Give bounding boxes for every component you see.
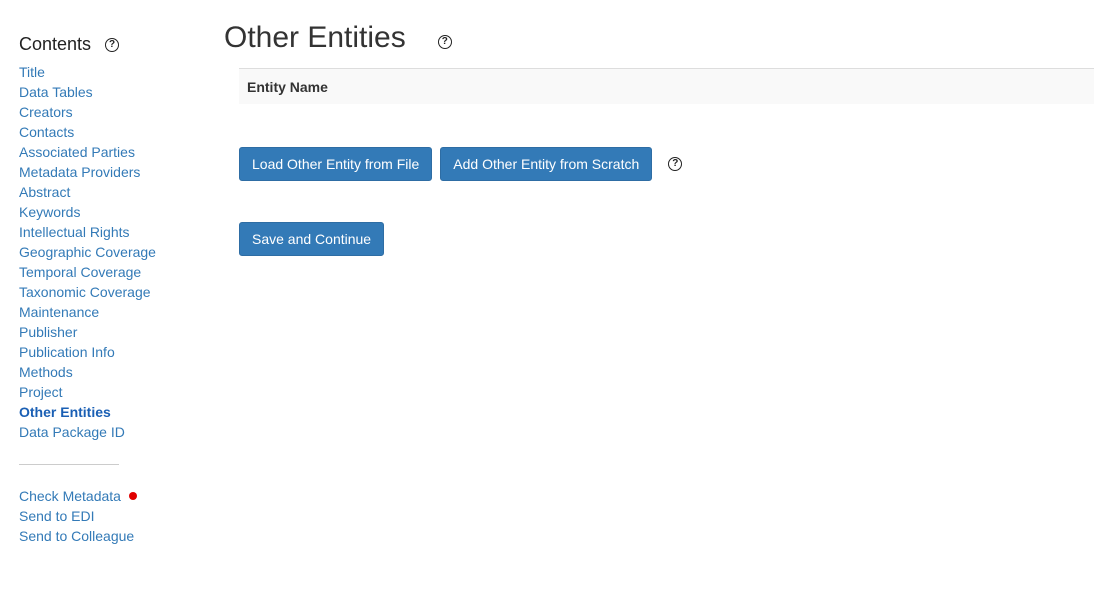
main-content: Other Entities ? Entity Name Load Other … [224,18,1094,256]
sidebar-item-metadata-providers[interactable]: Metadata Providers [19,162,209,182]
save-row: Save and Continue [239,222,1094,256]
sidebar-item-contacts[interactable]: Contacts [19,122,209,142]
add-other-entity-button[interactable]: Add Other Entity from Scratch [440,147,653,181]
sidebar-item-check-metadata[interactable]: Check Metadata [19,486,209,506]
sidebar-item-project[interactable]: Project [19,382,209,402]
sidebar-item-maintenance[interactable]: Maintenance [19,302,209,322]
entity-button-row: Load Other Entity from File Add Other En… [239,147,1094,181]
sidebar-item-title[interactable]: Title [19,62,209,82]
sidebar-item-other-entities[interactable]: Other Entities [19,402,209,422]
page-title: Other Entities [224,21,406,54]
help-icon[interactable]: ? [668,157,683,171]
column-header-entity-name: Entity Name [247,78,328,95]
sidebar-item-temporal-coverage[interactable]: Temporal Coverage [19,262,209,282]
save-and-continue-button[interactable]: Save and Continue [239,222,385,256]
sidebar-item-taxonomic-coverage[interactable]: Taxonomic Coverage [19,282,209,302]
sidebar-item-send-to-colleague[interactable]: Send to Colleague [19,526,209,546]
sidebar-item-publication-info[interactable]: Publication Info [19,342,209,362]
sidebar-item-keywords[interactable]: Keywords [19,202,209,222]
entity-table-header: Entity Name [239,68,1094,104]
sidebar-item-intellectual-rights[interactable]: Intellectual Rights [19,222,209,242]
help-icon[interactable]: ? [437,35,452,49]
sidebar-actions: Check Metadata Send to EDI Send to Colle… [19,486,209,546]
help-icon[interactable]: ? [105,38,120,52]
sidebar-item-methods[interactable]: Methods [19,362,209,382]
sidebar-item-creators[interactable]: Creators [19,102,209,122]
sidebar-item-associated-parties[interactable]: Associated Parties [19,142,209,162]
load-other-entity-button[interactable]: Load Other Entity from File [239,147,433,181]
page-title-row: Other Entities ? [224,18,1094,58]
sidebar: Contents ? Title Data Tables Creators Co… [19,33,209,546]
check-metadata-label[interactable]: Check Metadata [19,488,121,504]
sidebar-item-data-tables[interactable]: Data Tables [19,82,209,102]
sidebar-item-data-package-id[interactable]: Data Package ID [19,422,209,442]
status-dot-icon [128,492,137,500]
sidebar-title: Contents [19,33,92,54]
sidebar-item-send-to-edi[interactable]: Send to EDI [19,506,209,526]
sidebar-item-geographic-coverage[interactable]: Geographic Coverage [19,242,209,262]
sidebar-nav: Title Data Tables Creators Contacts Asso… [19,62,209,442]
sidebar-divider [19,464,119,465]
sidebar-item-publisher[interactable]: Publisher [19,322,209,342]
sidebar-heading: Contents ? [19,33,209,55]
sidebar-item-abstract[interactable]: Abstract [19,182,209,202]
